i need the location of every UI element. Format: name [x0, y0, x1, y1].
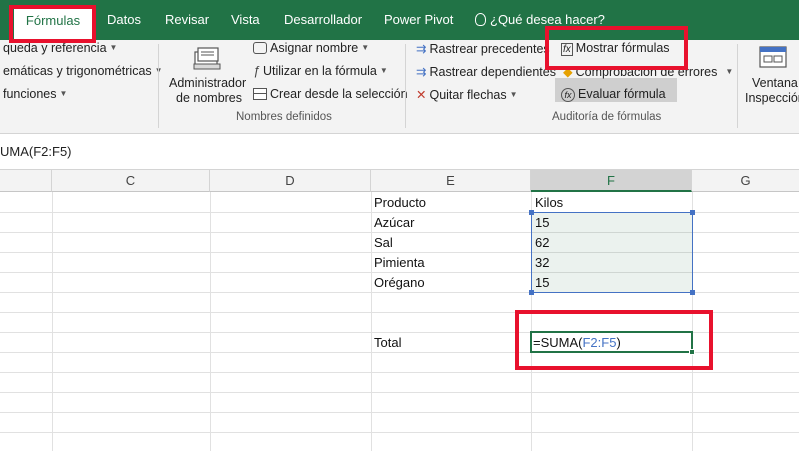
range-handle[interactable]: [690, 210, 695, 215]
column-header-b[interactable]: [0, 170, 52, 192]
remove-arrows-icon: ✕: [416, 88, 427, 102]
trace-precedents-icon: ⇉: [416, 42, 427, 56]
watch-window-label-1: Ventana: [752, 76, 798, 90]
range-handle[interactable]: [690, 290, 695, 295]
tell-me-label: ¿Qué desea hacer?: [490, 12, 605, 27]
remove-arrows-label: Quitar flechas: [429, 88, 507, 102]
name-manager-icon: [193, 47, 221, 70]
math-trig-button[interactable]: emáticas y trigonométricas▼: [3, 64, 163, 78]
annotation-box-formulas-tab: [9, 5, 96, 43]
chevron-down-icon: ▼: [361, 43, 370, 52]
fx-icon: ƒ: [253, 64, 260, 78]
chevron-down-icon: ▼: [725, 67, 734, 76]
remove-arrows-button[interactable]: ✕ Quitar flechas ▼: [416, 87, 518, 102]
cell-f4[interactable]: 32: [535, 255, 549, 270]
trace-precedents-label: Rastrear precedentes: [429, 42, 550, 56]
watch-window-button[interactable]: Ventana Inspección: [742, 40, 799, 108]
define-name-label: Asignar nombre: [270, 41, 359, 55]
cell-e3[interactable]: Sal: [374, 235, 393, 250]
cell-e5[interactable]: Orégano: [374, 275, 425, 290]
chevron-down-icon: ▼: [379, 66, 388, 75]
math-trig-label: emáticas y trigonométricas: [3, 64, 152, 78]
cell-e1[interactable]: Producto: [374, 195, 426, 210]
more-functions-label: funciones: [3, 87, 57, 101]
trace-dependents-label: Rastrear dependientes: [429, 65, 556, 79]
use-in-formula-label: Utilizar en la fórmula: [262, 64, 377, 78]
show-formulas-button[interactable]: fx Mostrar fórmulas: [561, 41, 670, 56]
chevron-down-icon: ▼: [59, 89, 68, 98]
defined-names-group-label: Nombres definidos: [236, 111, 332, 123]
cell-e8[interactable]: Total: [374, 335, 401, 350]
lightbulb-icon: [475, 13, 486, 26]
group-separator: [158, 44, 159, 128]
cell-f5[interactable]: 15: [535, 275, 549, 290]
tab-power-pivot[interactable]: Power Pivot: [384, 12, 453, 27]
grid-icon: [253, 88, 267, 100]
range-handle[interactable]: [529, 210, 534, 215]
lookup-reference-label: queda y referencia: [3, 41, 107, 55]
grid-row-line: [0, 412, 799, 413]
group-separator: [737, 44, 738, 128]
use-in-formula-button[interactable]: ƒ Utilizar en la fórmula ▼: [253, 64, 388, 78]
chevron-down-icon: ▼: [509, 90, 518, 99]
cell-f2[interactable]: 15: [535, 215, 549, 230]
tab-vista[interactable]: Vista: [231, 12, 260, 27]
evaluate-formula-icon: fx: [561, 88, 575, 102]
tab-datos[interactable]: Datos: [107, 12, 141, 27]
column-header-g[interactable]: G: [692, 170, 799, 192]
column-header-e[interactable]: E: [371, 170, 531, 192]
range-handle[interactable]: [529, 290, 534, 295]
formula-bar[interactable]: UMA(F2:F5): [0, 134, 799, 170]
tell-me-box[interactable]: ¿Qué desea hacer?: [475, 12, 605, 27]
grid-row-line: [0, 432, 799, 433]
name-manager-label-2: de nombres: [176, 91, 243, 105]
chevron-down-icon: ▼: [109, 43, 118, 52]
define-name-button[interactable]: Asignar nombre ▼: [253, 41, 369, 55]
lookup-reference-button[interactable]: queda y referencia ▼: [3, 41, 117, 55]
tab-desarrollador[interactable]: Desarrollador: [284, 12, 362, 27]
watch-window-icon: [759, 46, 787, 68]
formula-bar-content[interactable]: UMA(F2:F5): [0, 144, 72, 159]
grid-row-line: [0, 392, 799, 393]
name-manager-button[interactable]: Administrador de nombres: [166, 40, 248, 108]
formula-auditing-group-label: Auditoría de fórmulas: [552, 111, 662, 123]
group-separator: [405, 44, 406, 128]
show-formulas-icon: fx: [561, 43, 573, 56]
column-header-f[interactable]: F: [531, 170, 692, 192]
selected-range: [531, 212, 693, 293]
trace-precedents-button[interactable]: ⇉ Rastrear precedentes: [416, 41, 550, 56]
trace-dependents-button[interactable]: ⇉ Rastrear dependientes: [416, 64, 556, 79]
evaluate-formula-button[interactable]: fx Evaluar fórmula: [561, 87, 666, 102]
trace-dependents-icon: ⇉: [416, 65, 427, 79]
annotation-box-total-formula: [515, 310, 713, 370]
create-from-selection-label: Crear desde la selección: [270, 87, 408, 101]
grid-row-line: [0, 372, 799, 373]
column-header-c[interactable]: C: [52, 170, 210, 192]
tag-icon: [253, 42, 267, 54]
evaluate-formula-label: Evaluar fórmula: [578, 87, 666, 101]
tab-revisar[interactable]: Revisar: [165, 12, 209, 27]
create-from-selection-button[interactable]: Crear desde la selección: [253, 87, 408, 101]
cell-f3[interactable]: 62: [535, 235, 549, 250]
name-manager-label-1: Administrador: [169, 76, 247, 90]
more-functions-button[interactable]: funciones ▼: [3, 87, 67, 101]
watch-window-label-2: Inspección: [745, 91, 799, 105]
column-header-d[interactable]: D: [210, 170, 371, 192]
cell-e4[interactable]: Pimienta: [374, 255, 425, 270]
cell-e2[interactable]: Azúcar: [374, 215, 414, 230]
show-formulas-label: Mostrar fórmulas: [575, 41, 670, 55]
cell-f1[interactable]: Kilos: [535, 195, 563, 210]
